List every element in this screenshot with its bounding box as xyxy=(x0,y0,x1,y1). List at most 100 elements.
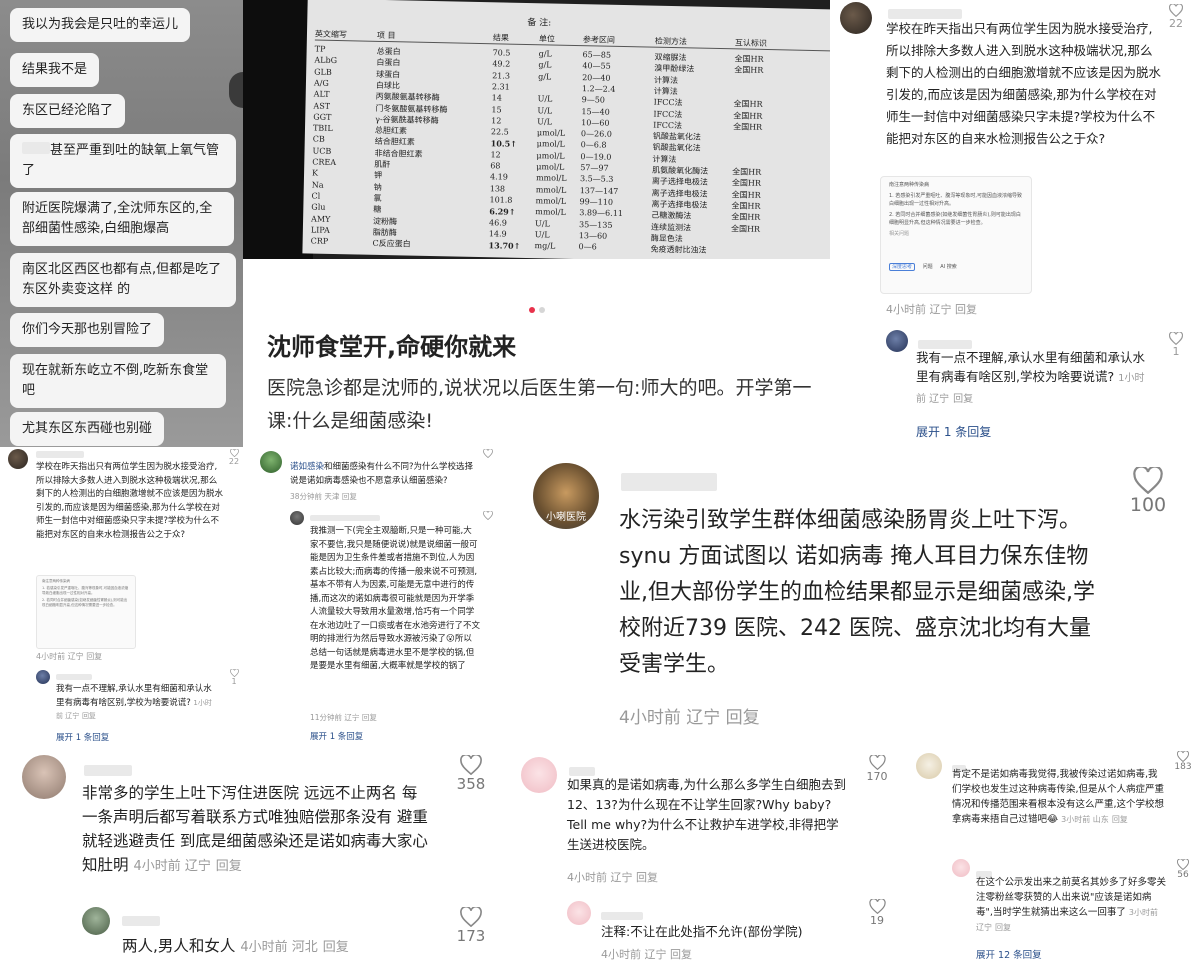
reply-button[interactable]: 回复 xyxy=(323,940,349,955)
like-button[interactable]: 22 xyxy=(1164,4,1188,30)
like-button[interactable] xyxy=(481,511,495,520)
avatar[interactable] xyxy=(22,755,66,799)
lab-cell: 20—40 xyxy=(582,72,611,83)
username-blurred[interactable] xyxy=(621,473,717,495)
lab-header-cell: 互认标识 xyxy=(734,38,767,48)
comment-meta: 4小时前 辽宁 回复 xyxy=(36,652,103,661)
lab-cell: 连续监测法 xyxy=(650,222,692,232)
reply-button[interactable]: 回复 xyxy=(86,652,102,661)
like-button[interactable]: 100 xyxy=(1128,467,1168,516)
like-button[interactable]: 358 xyxy=(448,755,494,793)
username-blurred[interactable] xyxy=(36,451,84,461)
carousel-dot-active[interactable] xyxy=(528,307,535,313)
avatar[interactable] xyxy=(521,757,557,793)
like-button[interactable]: 183 xyxy=(1172,751,1194,772)
avatar[interactable] xyxy=(260,451,282,473)
lab-cell: 0—26.0 xyxy=(580,129,612,139)
expand-replies-link[interactable]: 展开 1 条回复 xyxy=(916,423,991,440)
like-button[interactable]: 1 xyxy=(1164,332,1188,358)
like-button[interactable]: 170 xyxy=(864,755,890,783)
comment-meta: 4小时前 辽宁 回复 xyxy=(886,303,977,316)
like-count: 19 xyxy=(870,914,884,927)
lab-cell: 氯 xyxy=(373,193,382,203)
lab-cell: 40—55 xyxy=(582,61,611,72)
avatar[interactable] xyxy=(952,859,970,877)
comment-text: 在这个公示发出来之前莫名其妙多了好多零关注零粉丝零获赞的人出来说"应该是诺如病毒… xyxy=(976,877,1167,932)
lab-cell: 全国HR xyxy=(731,201,761,211)
lab-cell: 21.3 xyxy=(492,70,511,81)
lab-cell: GGT xyxy=(313,112,332,122)
avatar[interactable] xyxy=(916,753,942,779)
reply-button[interactable]: 回复 xyxy=(342,492,357,501)
heart-icon xyxy=(868,899,886,914)
username-blurred[interactable] xyxy=(56,673,92,683)
lab-cell: 10.5↑ xyxy=(490,138,518,150)
lab-cell: IFCC法 xyxy=(653,109,683,119)
hashtag-link[interactable]: 诺如感染 xyxy=(290,462,324,472)
lab-cell: Glu xyxy=(311,202,326,212)
lab-cell: 计算法 xyxy=(653,86,678,97)
avatar[interactable] xyxy=(840,2,872,34)
reply-button[interactable]: 回复 xyxy=(726,708,760,728)
carousel-dots[interactable] xyxy=(243,298,830,317)
like-button[interactable]: 56 xyxy=(1172,859,1194,880)
lab-cell: 脂肪酶 xyxy=(372,227,397,238)
username-blurred[interactable] xyxy=(84,761,132,780)
reply-button[interactable]: 回复 xyxy=(995,923,1011,932)
lab-cell: 12 xyxy=(490,149,501,160)
reply-button[interactable]: 回复 xyxy=(955,303,977,316)
like-count: 1 xyxy=(231,677,237,686)
lab-cell: AST xyxy=(313,101,331,111)
comment-meta: 4小时前 辽宁 回复 xyxy=(601,948,692,961)
lab-cell: 全国HR xyxy=(732,167,762,177)
avatar[interactable] xyxy=(567,901,591,925)
username-blurred[interactable] xyxy=(310,514,380,524)
avatar[interactable]: 小喇医院 xyxy=(533,463,599,529)
censored-text xyxy=(22,142,50,154)
lab-header-cell: 单位 xyxy=(538,34,556,44)
comment-meta: 38分钟前 天津 回复 xyxy=(290,492,357,501)
reply-button[interactable]: 回复 xyxy=(362,713,377,722)
like-button[interactable] xyxy=(481,449,495,458)
like-button[interactable]: 1 xyxy=(226,669,242,686)
expand-replies-link[interactable]: 展开 12 条回复 xyxy=(976,947,1042,961)
reply-button[interactable]: 回复 xyxy=(670,948,692,961)
expand-replies-link[interactable]: 展开 1 条回复 xyxy=(310,730,363,742)
lab-cell: UCB xyxy=(312,146,332,156)
reply-button[interactable]: 回复 xyxy=(1112,815,1128,824)
reply-button[interactable]: 回复 xyxy=(82,712,96,720)
lab-header-cell: 项 目 xyxy=(376,30,396,41)
avatar[interactable] xyxy=(36,670,50,684)
expand-replies-link[interactable]: 展开 1 条回复 xyxy=(56,731,109,743)
lab-cell: 溴甲酚绿法 xyxy=(654,63,695,74)
chat-bubble: 甚至严重到吐的缺氧上氧气管了 xyxy=(10,134,236,188)
comment-text: 非常多的学生上吐下泻住进医院 远远不止两名 每一条声明后都写着联系方式唯独赔偿那… xyxy=(82,784,428,874)
carousel-dot[interactable] xyxy=(538,307,545,313)
lab-cell: 12 xyxy=(491,116,502,126)
embedded-screenshot[interactable]: 南注意两种传染病 1. 若感染引发严重呕吐、腹泻等现象时,可能因血液浓缩导致白细… xyxy=(880,176,1032,294)
lab-header-cell: 英文缩写 xyxy=(314,29,348,40)
avatar[interactable] xyxy=(886,330,908,352)
scroll-handle[interactable] xyxy=(229,72,243,108)
embedded-screenshot[interactable]: 南注意两种传染病 1. 若感染引发严重呕吐、腹泻等现象时,可能因血液浓缩导致白细… xyxy=(36,575,136,649)
avatar[interactable] xyxy=(8,449,28,469)
like-button[interactable]: 19 xyxy=(864,899,890,927)
username-blurred[interactable] xyxy=(122,911,160,930)
heart-icon xyxy=(460,907,482,927)
lab-cell: K xyxy=(311,168,319,178)
lab-report-image[interactable]: 备 注: 英文缩写 项 目 结果 单位 参考区间 检测方法 互认标识 TP 总蛋白 70.5 g/… xyxy=(243,0,830,259)
lab-header-cell: 检测方法 xyxy=(654,36,687,47)
like-button[interactable]: 173 xyxy=(448,907,494,945)
reply-button[interactable]: 回复 xyxy=(216,859,242,874)
lab-rows: TP 总蛋白 70.5 g/L 65—85 双缩脲法 全国HR ALbG 白蛋白 49.2 g/L 4… xyxy=(308,0,830,255)
avatar[interactable] xyxy=(82,907,110,935)
lab-cell: CREA xyxy=(312,157,337,168)
lab-cell: ALT xyxy=(313,89,330,100)
reply-button[interactable]: 回复 xyxy=(636,871,658,884)
avatar[interactable] xyxy=(290,511,304,525)
like-button[interactable]: 22 xyxy=(226,449,242,466)
lab-cell: 全国HR xyxy=(734,54,764,64)
reply-button[interactable]: 回复 xyxy=(953,394,973,405)
lab-cell: A/G xyxy=(313,78,329,88)
lab-cell: C反应蛋白 xyxy=(372,238,411,249)
